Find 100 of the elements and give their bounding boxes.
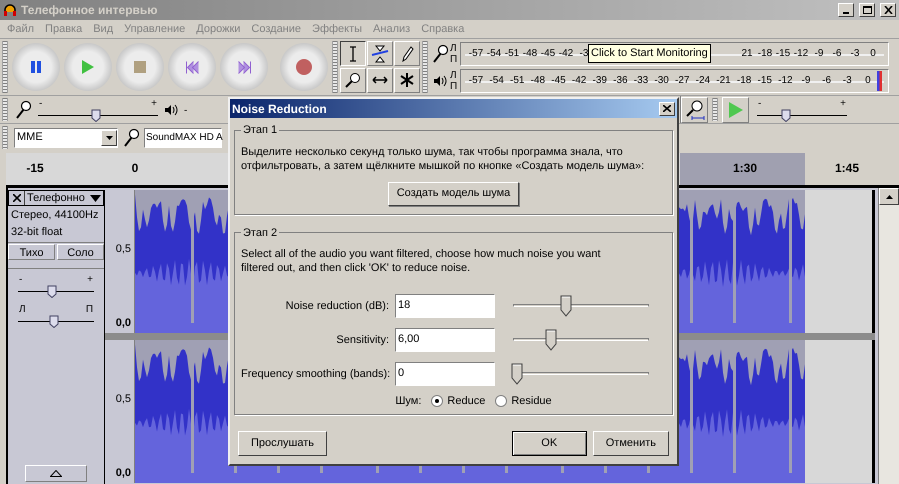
slider-max-label: + bbox=[840, 98, 846, 108]
zoom-icon bbox=[344, 71, 362, 89]
record-button[interactable] bbox=[280, 43, 328, 91]
slider-thumb[interactable] bbox=[780, 108, 791, 122]
group-title: Этап 2 bbox=[242, 226, 278, 240]
slider-thumb[interactable] bbox=[90, 108, 101, 122]
meter-tick-label: -48 bbox=[530, 74, 546, 88]
parameter-slider[interactable] bbox=[513, 363, 649, 385]
skip-start-button[interactable] bbox=[168, 43, 216, 91]
meter-tick-label: -57 bbox=[468, 74, 484, 88]
zoom-button[interactable] bbox=[340, 68, 366, 92]
meter-tick-label: -30 bbox=[653, 74, 670, 88]
meter-tick-label: -6 bbox=[832, 47, 842, 61]
radio-option[interactable]: Residue bbox=[495, 392, 552, 410]
dialog-button[interactable]: Отменить bbox=[592, 431, 669, 456]
skip-end-icon bbox=[238, 60, 250, 74]
track-info: 32-bit float bbox=[10, 225, 64, 240]
dialog-button[interactable]: OK bbox=[512, 431, 587, 456]
toolbar-grip[interactable] bbox=[2, 98, 8, 121]
envelope-tool-button[interactable] bbox=[367, 41, 393, 66]
play-at-speed-button[interactable] bbox=[722, 96, 749, 122]
multi-tool-icon bbox=[398, 71, 416, 89]
level-meter[interactable]: -57 -54 -51 -48 -45 -42 -3 Click to Start Monitoring 21 -18 -15 -12 -9 -6 -3 0 bbox=[460, 42, 889, 66]
meter-tick-label: -42 bbox=[570, 74, 588, 88]
slider-thumb[interactable] bbox=[511, 363, 524, 385]
slider-thumb[interactable] bbox=[47, 285, 58, 298]
parameter-input[interactable]: 0 bbox=[395, 362, 495, 386]
slider-max-label: + bbox=[87, 275, 93, 285]
volume-slider[interactable] bbox=[38, 108, 158, 120]
slider-min-label: - bbox=[184, 104, 188, 118]
headphones-icon bbox=[3, 3, 17, 17]
radio-button[interactable] bbox=[495, 395, 508, 407]
radio-option[interactable]: Reduce bbox=[431, 392, 486, 410]
close-icon bbox=[663, 105, 671, 112]
radio-group-label: Шум: bbox=[395, 394, 422, 409]
collapse-track-button[interactable] bbox=[25, 465, 87, 482]
close-button[interactable] bbox=[880, 3, 896, 17]
amplitude-label: 0,5 bbox=[116, 392, 131, 407]
parameter-slider[interactable] bbox=[513, 329, 649, 351]
meter-tick-label: -51 bbox=[509, 74, 526, 88]
volume-slider[interactable] bbox=[18, 285, 94, 297]
pause-button[interactable] bbox=[12, 43, 60, 91]
channel-label: Л bbox=[450, 42, 458, 54]
zoom-fit-button[interactable] bbox=[681, 96, 708, 122]
skip-end-button[interactable] bbox=[220, 43, 268, 91]
close-icon bbox=[12, 194, 20, 202]
meter-tick-label: -15 bbox=[774, 47, 792, 61]
input-device-dropdown[interactable]: SoundMAX HD A bbox=[144, 128, 222, 148]
toolbar-grip[interactable] bbox=[712, 98, 718, 121]
meter-tick-label: -3 bbox=[850, 47, 860, 61]
slider-min-label: - bbox=[39, 98, 42, 108]
volume-slider[interactable] bbox=[18, 315, 94, 327]
track-toggle-button[interactable]: Тихо bbox=[8, 244, 55, 260]
peak-marker bbox=[877, 70, 882, 90]
meter-tick-label: -54 bbox=[486, 47, 502, 61]
channel-label: П bbox=[450, 54, 458, 64]
multi-tool-button[interactable] bbox=[394, 68, 420, 92]
meter-tick-label: 21 bbox=[740, 47, 754, 61]
channel-label: Л bbox=[450, 70, 458, 80]
dialog-button[interactable]: Прослушать bbox=[238, 431, 328, 456]
host-dropdown[interactable]: MME bbox=[14, 128, 118, 148]
group-title: Этап 1 bbox=[242, 123, 278, 138]
tooltip: Click to Start Monitoring bbox=[588, 44, 711, 63]
track-toggle-button[interactable]: Соло bbox=[57, 244, 104, 260]
volume-slider[interactable] bbox=[757, 108, 847, 120]
parameter-input[interactable]: 6,00 bbox=[395, 328, 495, 352]
radio-button[interactable] bbox=[431, 395, 444, 407]
toolbar-grip[interactable] bbox=[2, 126, 8, 149]
dropdown-arrow-icon bbox=[90, 194, 101, 202]
meter-tick-label: -45 bbox=[540, 47, 556, 61]
stop-icon bbox=[134, 61, 146, 73]
pencil-button[interactable] bbox=[394, 41, 420, 66]
meter-tick-label: -3 bbox=[578, 47, 590, 61]
toolbar-grip[interactable] bbox=[2, 41, 8, 93]
slider-max-label: + bbox=[151, 98, 157, 108]
selection-tool-button[interactable] bbox=[340, 41, 366, 66]
meter-tick-label: -3 bbox=[842, 74, 853, 88]
slider-thumb[interactable] bbox=[545, 329, 558, 351]
toolbar-grip[interactable] bbox=[332, 41, 338, 93]
ruler-label: 1:30 bbox=[732, 160, 758, 177]
time-shift-button[interactable] bbox=[367, 68, 393, 92]
parameter-input[interactable]: 18 bbox=[395, 294, 495, 318]
vertical-scrollbar[interactable] bbox=[878, 188, 899, 484]
dropdown-arrow-icon bbox=[106, 136, 112, 140]
scroll-up-button[interactable] bbox=[879, 188, 899, 205]
create-noise-profile-button[interactable]: Создать модель шума bbox=[388, 182, 520, 206]
level-meter[interactable]: -57 -54 -51 -48 -45 -42 -39 -36 -33 -30 -27 -24 -21 -18 -15 -12 -9 -6 -3 0 bbox=[460, 68, 889, 92]
minimize-button[interactable] bbox=[838, 3, 854, 17]
meter-tick-label: -18 bbox=[756, 47, 774, 61]
close-button[interactable] bbox=[659, 102, 675, 116]
slider-thumb[interactable] bbox=[49, 315, 60, 328]
dialog-title: Noise Reduction bbox=[232, 100, 328, 118]
maximize-button[interactable] bbox=[859, 3, 875, 17]
meter-tick-label: -51 bbox=[504, 47, 520, 61]
slider-max-label: П bbox=[86, 305, 93, 315]
toolbar-grip[interactable] bbox=[422, 41, 428, 93]
slider-thumb[interactable] bbox=[560, 295, 572, 317]
meter-tick-label: -45 bbox=[550, 74, 567, 88]
parameter-slider[interactable] bbox=[513, 295, 649, 317]
slider-min-label: - bbox=[19, 275, 22, 285]
